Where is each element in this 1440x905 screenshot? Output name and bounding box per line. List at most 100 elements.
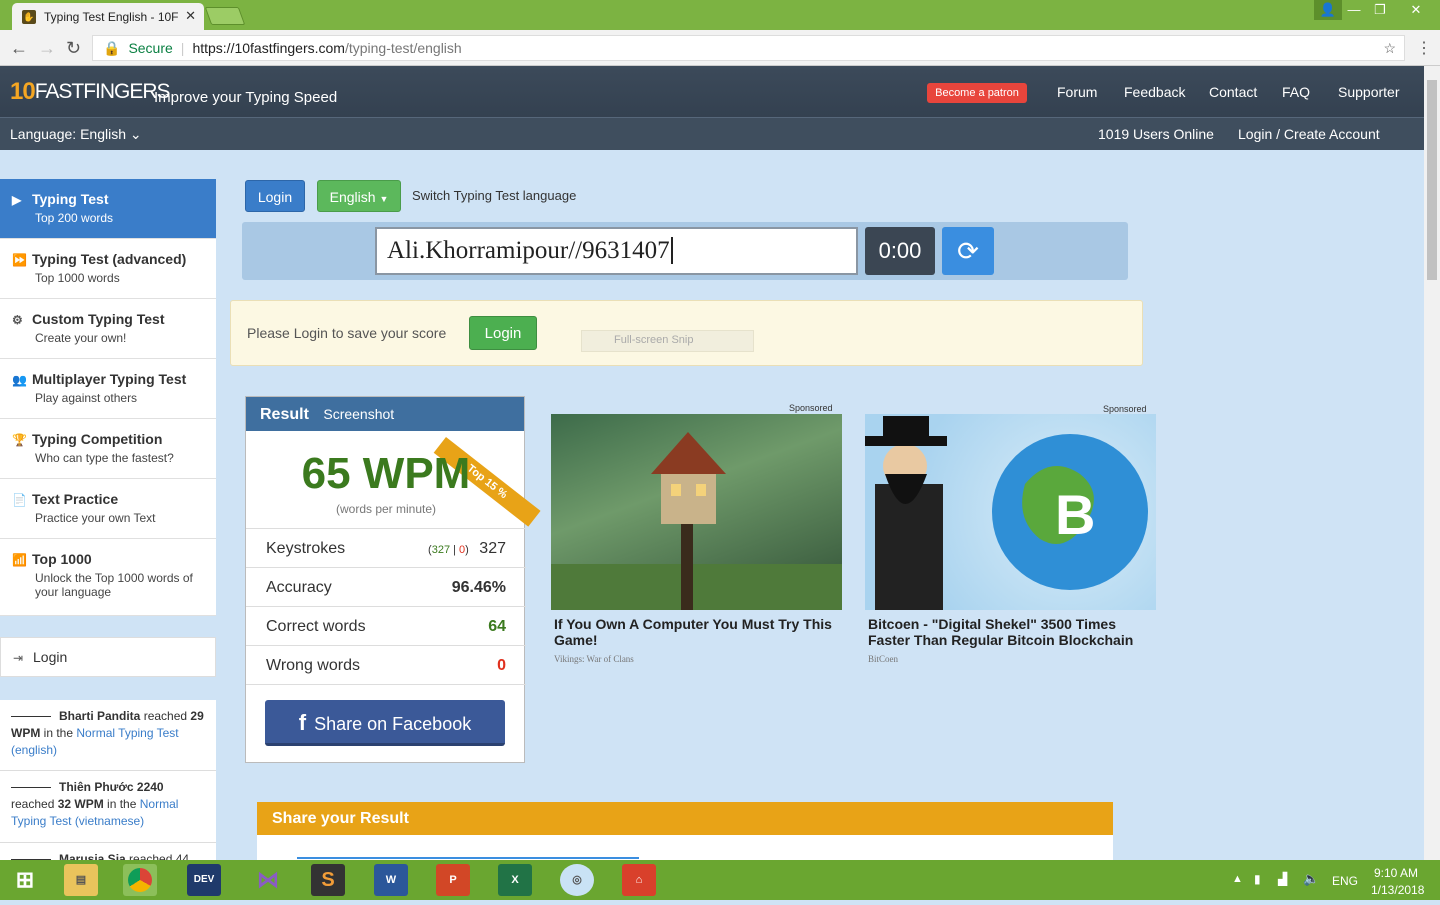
feed-text: reached 44	[125, 852, 190, 860]
ad-title: If You Own A Computer You Must Try This …	[554, 616, 832, 648]
language-dropdown[interactable]: Language: English ⌄	[10, 126, 142, 143]
sidebar-item-custom[interactable]: ⚙ Custom Typing Test Create your own!	[0, 299, 216, 359]
app-icon[interactable]: ◎	[560, 864, 594, 896]
minimize-button[interactable]: —	[1340, 0, 1368, 20]
sidebar-item-text-practice[interactable]: 📄 Text Practice Practice your own Text	[0, 479, 216, 539]
become-patron-button[interactable]: Become a patron	[927, 83, 1027, 103]
page-content: ▶ Typing Test Top 200 words ⏩ Typing Test …	[0, 150, 1424, 860]
sidebar-item-label: Typing Competition	[32, 431, 163, 447]
feed-text: reached	[140, 709, 191, 723]
page-scrollbar[interactable]	[1424, 66, 1440, 860]
clock-date[interactable]: 1/13/2018	[1371, 883, 1424, 897]
stat-label: Keystrokes	[266, 540, 346, 557]
feed-wpm: 32 WPM	[57, 797, 104, 811]
login-button[interactable]: Login	[245, 180, 305, 212]
sidebar-item-competition[interactable]: 🏆 Typing Competition Who can type the fas…	[0, 419, 216, 479]
logo-text: FASTFINGERS	[34, 80, 171, 103]
notice-login-button[interactable]: Login	[469, 316, 537, 350]
wpm-caption: (words per minute)	[335, 502, 437, 516]
nav-contact[interactable]: Contact	[1209, 84, 1257, 100]
wrong-words-row: Wrong words 0	[246, 645, 526, 684]
browser-tab[interactable]: ✋ Typing Test English - 10F ✕	[12, 3, 204, 30]
keystrokes-row: Keystrokes (327 | 0) 327	[246, 528, 526, 567]
share-facebook-button[interactable]: f Share on Facebook	[265, 700, 505, 746]
refresh-icon: ⟳	[957, 236, 979, 266]
ad-source: Vikings: War of Clans	[554, 654, 634, 664]
url-host: https://10fastfingers.com	[192, 40, 345, 56]
office-icon[interactable]: ⌂	[622, 864, 656, 896]
login-create-link[interactable]: Login / Create Account	[1238, 126, 1380, 142]
sidebar-item-top-1000[interactable]: 📶 Top 1000 Unlock the Top 1000 words of y…	[0, 539, 216, 616]
clock-time[interactable]: 9:10 AM	[1374, 866, 1418, 880]
sidebar-item-multiplayer[interactable]: 👥 Multiplayer Typing Test Play against ot…	[0, 359, 216, 419]
feed-item: Marusia Sia reached 44	[0, 843, 216, 860]
word-icon[interactable]: W	[374, 864, 408, 896]
sidebar-item-sub: Create your own!	[35, 331, 127, 345]
screenshot-tab[interactable]: Screenshot	[323, 406, 394, 422]
url-field[interactable]: 🔒 Secure | https://10fastfingers.com /ty…	[92, 35, 1405, 61]
bookmark-star-icon[interactable]: ☆	[1383, 40, 1396, 57]
forward-icon[interactable]: →	[38, 38, 56, 59]
sublime-icon[interactable]: S	[311, 864, 345, 896]
typing-input-value: Ali.Khorramipour//9631407	[387, 237, 670, 264]
menu-icon[interactable]: ⋮	[1416, 38, 1432, 58]
powerpoint-icon[interactable]: P	[436, 864, 470, 896]
ad-image-bitcoen[interactable]: B	[865, 414, 1156, 610]
sidebar-login-label: Login	[33, 649, 68, 665]
typing-input[interactable]: Ali.Khorramipour//9631407	[375, 227, 858, 275]
scrollbar-thumb[interactable]	[1427, 80, 1437, 280]
lock-icon: 🔒	[103, 39, 121, 56]
treehouse-illustration	[551, 432, 842, 610]
ad-title: Bitcoen - "Digital Shekel" 3500 Times Fa…	[868, 616, 1134, 648]
tray-chevron-icon[interactable]: ▲	[1232, 873, 1243, 885]
excel-icon[interactable]: X	[498, 864, 532, 896]
chrome-icon[interactable]	[123, 864, 157, 896]
profile-icon[interactable]: 👤	[1314, 0, 1342, 20]
favicon-icon: ✋	[22, 9, 36, 24]
switch-language-label: Switch Typing Test language	[412, 188, 577, 203]
signal-icon: 📶	[12, 553, 27, 567]
share-result-body	[257, 835, 1113, 860]
dev-cpp-icon[interactable]: DEV	[187, 864, 221, 896]
sidebar-item-typing-test[interactable]: ▶ Typing Test Top 200 words	[0, 179, 216, 239]
sidebar-item-advanced[interactable]: ⏩ Typing Test (advanced) Top 1000 words	[0, 239, 216, 299]
close-window-button[interactable]: ✕	[1402, 0, 1430, 20]
ad-image-treehouse[interactable]	[551, 414, 842, 610]
feed-user: Bharti Pandita	[59, 709, 141, 723]
input-language[interactable]: ENG	[1332, 874, 1358, 888]
fast-forward-icon: ⏩	[12, 253, 27, 267]
restore-button[interactable]: ❐	[1366, 0, 1394, 20]
file-explorer-icon[interactable]: ▤	[64, 864, 98, 896]
nav-faq[interactable]: FAQ	[1282, 84, 1310, 100]
volume-icon[interactable]: 🔈	[1303, 871, 1319, 887]
ad-card-2[interactable]: Bitcoen - "Digital Shekel" 3500 Times Fa…	[868, 616, 1158, 664]
sidebar-item-sub: Top 1000 words	[35, 271, 120, 285]
visual-studio-icon[interactable]: ⋈	[251, 864, 285, 896]
divider	[246, 684, 526, 685]
sidebar-login[interactable]: ⇥ Login	[0, 637, 216, 677]
ad-card-1[interactable]: If You Own A Computer You Must Try This …	[554, 616, 844, 664]
sign-in-icon: ⇥	[13, 651, 24, 665]
nav-feedback[interactable]: Feedback	[1124, 84, 1185, 100]
sidebar-item-sub: Who can type the fastest?	[35, 451, 174, 465]
restart-button[interactable]: ⟳	[942, 227, 994, 275]
sponsored-label: Sponsored	[789, 403, 833, 413]
url-path: /typing-test/english	[344, 40, 462, 56]
feed-avatar-line	[11, 787, 51, 789]
sub-header: Language: English ⌄ 1019 Users Online Lo…	[0, 117, 1424, 150]
windows-start-icon[interactable]: ⊞	[8, 864, 42, 896]
feed-user: Marusia Sia	[59, 852, 126, 860]
reload-icon[interactable]: ↻	[66, 38, 81, 59]
network-icon[interactable]: ▟	[1278, 872, 1287, 886]
site-logo[interactable]: 10 FASTFINGERS	[10, 72, 171, 112]
language-select-button[interactable]: English ▼	[317, 180, 401, 212]
feed-text: in the	[40, 726, 77, 740]
sidebar-item-label: Typing Test (advanced)	[32, 251, 187, 267]
back-icon[interactable]: ←	[10, 38, 28, 59]
battery-icon[interactable]: ▮	[1254, 872, 1261, 886]
nav-forum[interactable]: Forum	[1057, 84, 1097, 100]
close-tab-icon[interactable]: ✕	[185, 8, 196, 24]
nav-supporter[interactable]: Supporter	[1338, 84, 1399, 100]
new-tab-button[interactable]	[204, 7, 246, 25]
caret-down-icon: ▼	[379, 194, 389, 204]
